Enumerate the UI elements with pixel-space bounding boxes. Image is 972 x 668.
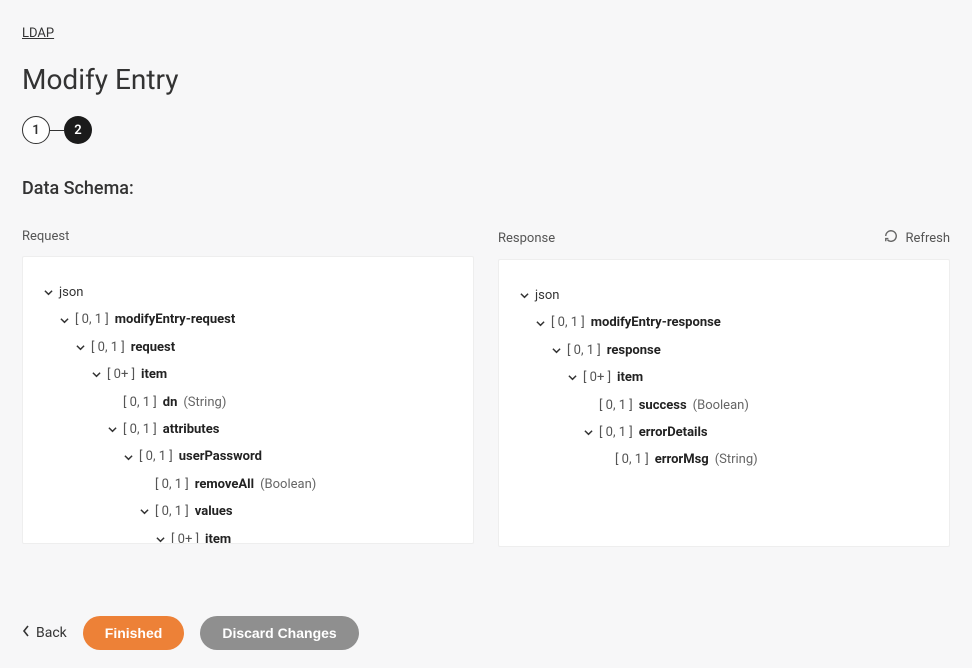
tree-node-card: [ 0+ ] (583, 366, 611, 389)
tree-node-type: (String) (715, 448, 758, 471)
chevron-down-icon[interactable] (567, 373, 577, 383)
step-connector (50, 130, 64, 131)
tree-node-card: [ 0, 1 ] (75, 308, 109, 331)
tree-node-name: response (607, 339, 661, 362)
tree-node-name: errorDetails (639, 421, 708, 444)
finished-button[interactable]: Finished (83, 616, 185, 650)
tree-node-name: item (141, 363, 167, 386)
back-label: Back (36, 625, 67, 641)
chevron-down-icon[interactable] (59, 315, 69, 325)
chevron-down-icon[interactable] (107, 425, 117, 435)
tree-node-card: [ 0, 1 ] (123, 391, 157, 414)
discard-button[interactable]: Discard Changes (200, 616, 358, 650)
tree-node-name: errorMsg (655, 448, 709, 471)
chevron-down-icon[interactable] (535, 318, 545, 328)
tree-node-card: [ 0, 1 ] (155, 500, 189, 523)
tree-node-name: modifyEntry-response (591, 311, 721, 334)
tree-node-card: [ 0, 1 ] (123, 418, 157, 441)
tree-node-card: [ 0, 1 ] (599, 421, 633, 444)
response-panel: json [ 0, 1 ] modifyEntry-response (498, 259, 950, 547)
section-title: Data Schema: (22, 178, 950, 199)
refresh-button[interactable]: Refresh (884, 229, 950, 247)
back-button[interactable]: Back (22, 625, 67, 641)
chevron-down-icon[interactable] (155, 534, 165, 544)
page-title: Modify Entry (22, 63, 950, 96)
chevron-down-icon[interactable] (139, 507, 149, 517)
tree-node-name: item (205, 528, 231, 544)
tree-node-card: [ 0, 1 ] (139, 445, 173, 468)
tree-node-name: request (131, 336, 175, 359)
chevron-down-icon[interactable] (583, 428, 593, 438)
tree-node-name: attributes (163, 418, 220, 441)
tree-node-card: [ 0+ ] (171, 528, 199, 544)
tree-node-name: userPassword (179, 445, 262, 468)
request-label: Request (22, 229, 474, 244)
tree-node-name: removeAll (195, 473, 254, 496)
breadcrumb-ldap[interactable]: LDAP (22, 26, 54, 41)
chevron-down-icon[interactable] (123, 452, 133, 462)
tree-node-card: [ 0, 1 ] (615, 448, 649, 471)
tree-node-name: dn (163, 391, 178, 414)
tree-node-card: [ 0, 1 ] (551, 311, 585, 334)
tree-node-card: [ 0, 1 ] (91, 336, 125, 359)
chevron-down-icon[interactable] (75, 342, 85, 352)
step-2[interactable]: 2 (64, 116, 92, 144)
tree-node-name: success (639, 394, 687, 417)
tree-node-root: json (535, 284, 559, 307)
refresh-label: Refresh (906, 231, 950, 246)
tree-node-name: values (195, 500, 233, 523)
tree-node-name: modifyEntry-request (115, 308, 235, 331)
step-indicator: 1 2 (22, 116, 950, 144)
tree-node-card: [ 0, 1 ] (155, 473, 189, 496)
tree-node-card: [ 0, 1 ] (599, 394, 633, 417)
chevron-down-icon[interactable] (551, 345, 561, 355)
tree-node-root: json (59, 281, 83, 304)
tree-node-card: [ 0+ ] (107, 363, 135, 386)
tree-node-type: (String) (183, 391, 226, 414)
request-panel: json [ 0, 1 ] modifyEntry-request (22, 256, 474, 544)
step-1[interactable]: 1 (22, 116, 50, 144)
refresh-icon (884, 229, 898, 247)
tree-node-type: (Boolean) (693, 394, 749, 417)
chevron-down-icon[interactable] (91, 370, 101, 380)
chevron-left-icon (22, 625, 30, 641)
tree-node-type: (Boolean) (260, 473, 316, 496)
response-label: Response (498, 231, 555, 246)
tree-node-card: [ 0, 1 ] (567, 339, 601, 362)
tree-node-name: item (617, 366, 643, 389)
chevron-down-icon[interactable] (519, 291, 529, 301)
chevron-down-icon[interactable] (43, 288, 53, 298)
